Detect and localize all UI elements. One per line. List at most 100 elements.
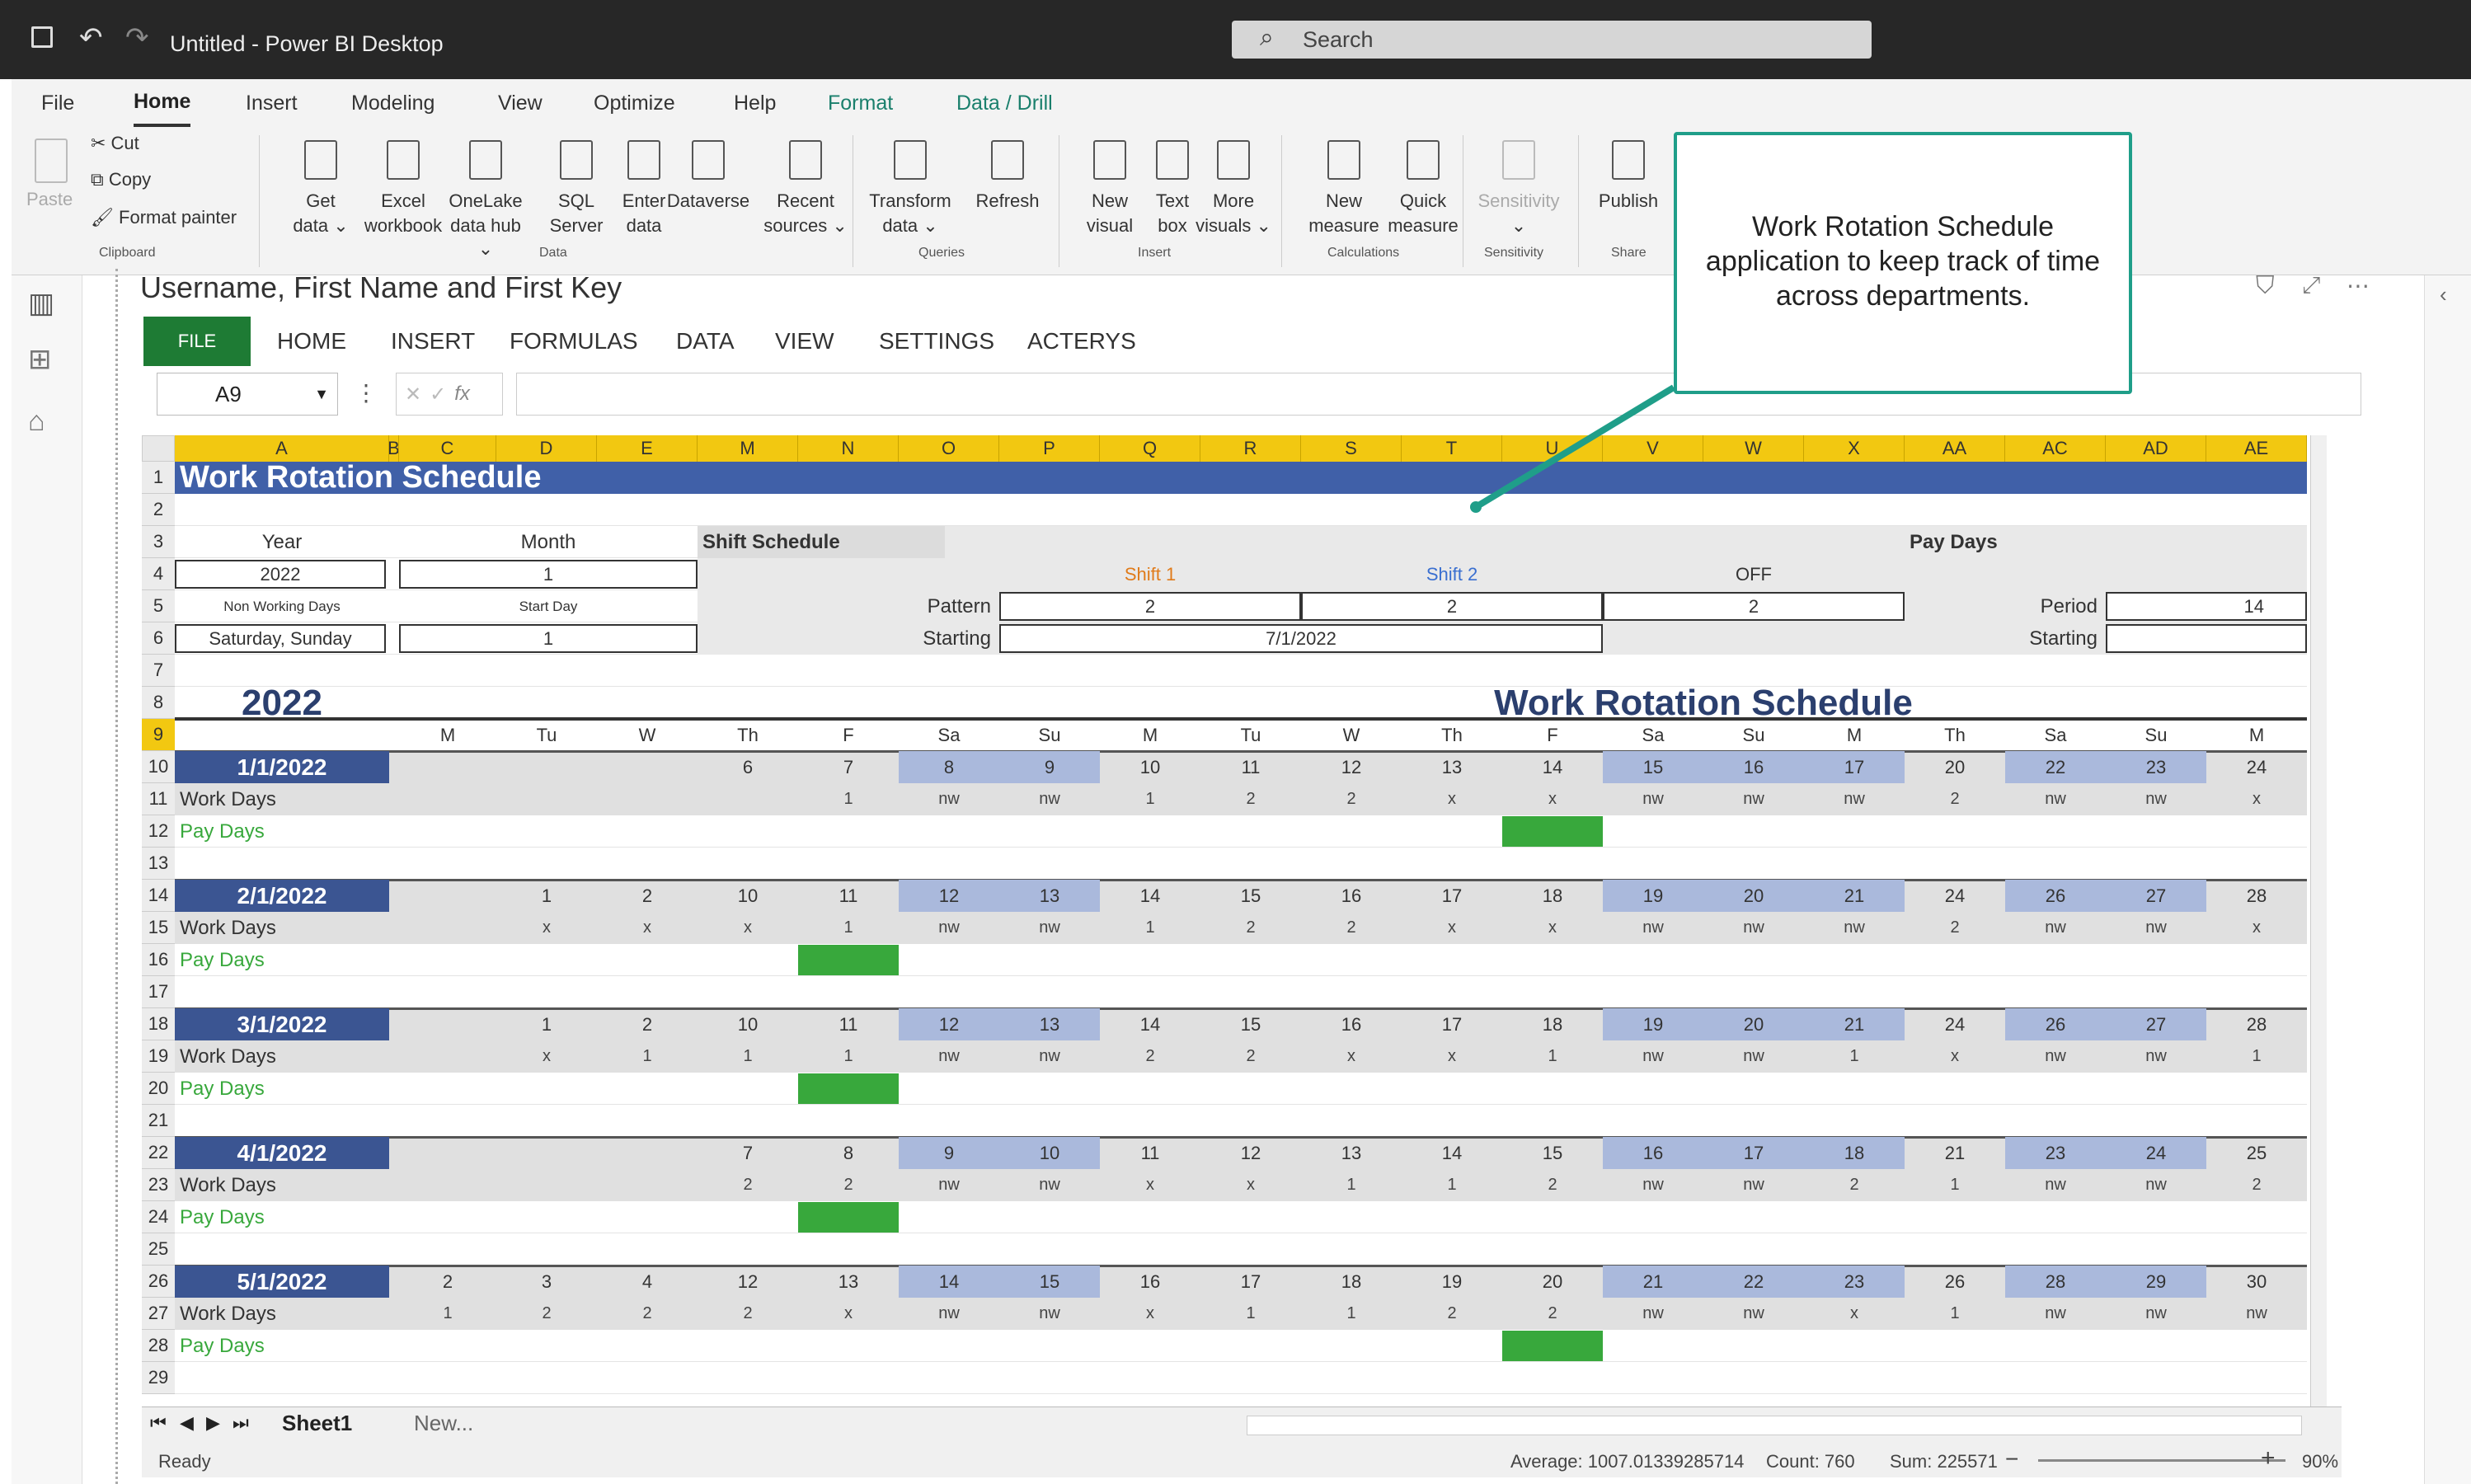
work-day-value[interactable]: 2 xyxy=(496,1298,597,1330)
work-day-value[interactable]: 1 xyxy=(1301,1298,1402,1330)
sheet-nav-first-icon[interactable]: ⏮ xyxy=(150,1412,167,1434)
focus-mode-icon[interactable]: ⤢ xyxy=(2302,272,2320,299)
work-day-value[interactable]: x xyxy=(1200,1169,1301,1201)
transform-data-button[interactable]: Transform data ⌄ xyxy=(864,132,956,247)
work-day-value[interactable]: 2 xyxy=(597,1298,698,1330)
sheet-tab-new[interactable]: New... xyxy=(414,1411,473,1436)
row-header-6[interactable]: 6 xyxy=(142,622,175,655)
row-header-19[interactable]: 19 xyxy=(142,1040,175,1073)
pay-day-marker[interactable] xyxy=(798,1202,899,1233)
work-day-value[interactable]: 1 xyxy=(1502,1040,1603,1073)
work-day-value[interactable]: 2 xyxy=(1200,912,1301,944)
work-day-value[interactable] xyxy=(399,1169,496,1201)
row-header-23[interactable]: 23 xyxy=(142,1169,175,1201)
column-header-o[interactable]: O xyxy=(899,435,999,462)
row-header-5[interactable]: 5 xyxy=(142,590,175,622)
sheet-nav-next-icon[interactable]: ▶ xyxy=(206,1412,220,1434)
work-day-value[interactable]: x xyxy=(1402,783,1502,815)
row-header-8[interactable]: 8 xyxy=(142,687,175,719)
row-header-26[interactable]: 26 xyxy=(142,1266,175,1298)
work-day-value[interactable]: 2 xyxy=(1200,1040,1301,1073)
menu-modeling[interactable]: Modeling xyxy=(351,79,435,127)
work-day-value[interactable]: x xyxy=(1100,1298,1200,1330)
work-day-value[interactable]: 2 xyxy=(1301,783,1402,815)
work-day-value[interactable]: nw xyxy=(2106,783,2206,815)
quick-measure-button[interactable]: Quick measure xyxy=(1377,132,1469,247)
pay-day-marker[interactable] xyxy=(798,1073,899,1104)
search-box[interactable]: ⌕ Search xyxy=(1232,21,1872,59)
row-header-17[interactable]: 17 xyxy=(142,976,175,1008)
work-day-value[interactable]: nw xyxy=(2106,1298,2206,1330)
column-header-a[interactable]: A xyxy=(175,435,389,462)
work-day-value[interactable]: x xyxy=(2206,912,2307,944)
work-day-value[interactable]: nw xyxy=(999,912,1100,944)
model-view-icon[interactable]: ⌂ xyxy=(28,406,45,438)
work-day-value[interactable]: nw xyxy=(1603,1040,1703,1073)
work-day-value[interactable]: 1 xyxy=(1100,912,1200,944)
work-day-value[interactable]: x xyxy=(798,1298,899,1330)
work-day-value[interactable]: x xyxy=(1502,912,1603,944)
tab-formulas[interactable]: FORMULAS xyxy=(510,317,638,366)
recent-sources-button[interactable]: Recent sources ⌄ xyxy=(763,132,848,247)
column-header-u[interactable]: U xyxy=(1502,435,1603,462)
work-day-value[interactable]: nw xyxy=(2005,1040,2106,1073)
column-header-x[interactable]: X xyxy=(1804,435,1905,462)
report-view-icon[interactable]: ▥ xyxy=(28,287,54,320)
column-header-s[interactable]: S xyxy=(1301,435,1402,462)
work-day-value[interactable]: nw xyxy=(2106,1169,2206,1201)
tab-data[interactable]: DATA xyxy=(676,317,735,366)
work-day-value[interactable]: nw xyxy=(2005,783,2106,815)
work-day-value[interactable]: x xyxy=(597,912,698,944)
row-header-22[interactable]: 22 xyxy=(142,1137,175,1169)
tab-acterys[interactable]: ACTERYS xyxy=(1027,317,1136,366)
row-header-7[interactable]: 7 xyxy=(142,655,175,687)
work-day-value[interactable]: 1 xyxy=(1100,783,1200,815)
dataverse-button[interactable]: Dataverse xyxy=(666,132,750,247)
row-header-3[interactable]: 3 xyxy=(142,526,175,558)
column-header-p[interactable]: P xyxy=(999,435,1100,462)
menu-view[interactable]: View xyxy=(498,79,543,127)
pattern-input-3[interactable]: 2 xyxy=(1603,592,1905,621)
menu-insert[interactable]: Insert xyxy=(246,79,298,127)
work-day-value[interactable]: 1 xyxy=(1804,1040,1905,1073)
paste-button[interactable]: Paste xyxy=(26,188,73,211)
column-header-t[interactable]: T xyxy=(1402,435,1502,462)
tab-home[interactable]: HOME xyxy=(277,317,346,366)
function-icon[interactable]: fx xyxy=(454,383,470,406)
work-day-value[interactable]: nw xyxy=(999,1298,1100,1330)
pay-starting-input[interactable] xyxy=(2106,624,2307,653)
tab-settings[interactable]: SETTINGS xyxy=(879,317,994,366)
column-header-ad[interactable]: AD xyxy=(2106,435,2206,462)
work-day-value[interactable]: nw xyxy=(2206,1298,2307,1330)
work-day-value[interactable] xyxy=(399,912,496,944)
select-all-corner[interactable] xyxy=(142,435,175,462)
work-day-value[interactable]: nw xyxy=(1804,783,1905,815)
work-day-value[interactable] xyxy=(597,1169,698,1201)
get-data-button[interactable]: Get data ⌄ xyxy=(279,132,363,247)
row-header-14[interactable]: 14 xyxy=(142,880,175,912)
work-day-value[interactable]: nw xyxy=(1603,783,1703,815)
pay-day-marker[interactable] xyxy=(1502,1331,1603,1361)
work-day-value[interactable]: nw xyxy=(1603,912,1703,944)
filters-pane-collapsed[interactable]: ‹ xyxy=(2424,275,2471,1484)
row-header-16[interactable]: 16 xyxy=(142,944,175,976)
row-header-11[interactable]: 11 xyxy=(142,783,175,815)
refresh-button[interactable]: Refresh xyxy=(961,132,1054,247)
menu-optimize[interactable]: Optimize xyxy=(594,79,675,127)
work-day-value[interactable]: nw xyxy=(1703,1169,1804,1201)
column-header-ac[interactable]: AC xyxy=(2005,435,2106,462)
column-header-d[interactable]: D xyxy=(496,435,597,462)
work-day-value[interactable]: x xyxy=(698,912,798,944)
column-header-c[interactable]: C xyxy=(399,435,496,462)
spreadsheet-grid[interactable]: ABCDEMNOPQRSTUVWXAAACADAE123456789101112… xyxy=(142,435,2342,1407)
work-day-value[interactable]: 1 xyxy=(1301,1169,1402,1201)
starting-input[interactable]: 7/1/2022 xyxy=(999,624,1603,653)
start-day-input[interactable]: 1 xyxy=(399,624,698,653)
menu-format[interactable]: Format xyxy=(828,79,893,127)
work-day-value[interactable]: 1 xyxy=(798,783,899,815)
zoom-in-icon[interactable]: + xyxy=(2261,1444,2276,1472)
tab-insert[interactable]: INSERT xyxy=(391,317,475,366)
work-day-value[interactable]: nw xyxy=(2106,1040,2206,1073)
work-day-value[interactable]: x xyxy=(1100,1169,1200,1201)
horizontal-scrollbar[interactable] xyxy=(1247,1416,2302,1435)
